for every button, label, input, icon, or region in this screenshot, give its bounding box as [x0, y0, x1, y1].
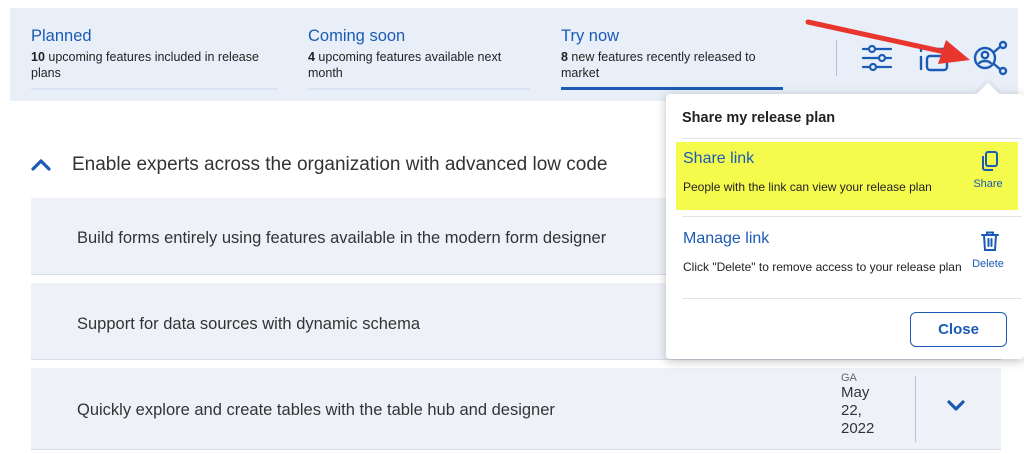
tab-try-now-desc: 8 new features recently released to marke…	[561, 50, 756, 80]
popup-divider	[682, 298, 1022, 299]
release-date-line: 22,	[841, 402, 862, 419]
feature-row[interactable]: Quickly explore and create tables with t…	[31, 368, 1001, 450]
popup-title: Share my release plan	[682, 110, 836, 126]
annotation-arrow-icon	[805, 19, 970, 64]
tab-coming-soon-desc: 4 upcoming features available next month	[308, 50, 502, 80]
tab-planned-desc: 10 upcoming features included in release…	[31, 50, 259, 80]
share-action-label[interactable]: Share	[966, 178, 1010, 190]
tab-planned[interactable]: Planned 10 upcoming features included in…	[31, 26, 278, 90]
tab-planned-title: Planned	[31, 27, 92, 45]
close-button[interactable]: Close	[910, 312, 1007, 347]
share-link-option[interactable]: Share link People with the link can view…	[676, 142, 1018, 210]
release-date-line: 2022	[841, 420, 875, 437]
manage-link-title: Manage link	[683, 230, 770, 247]
release-stage-label: GA	[841, 372, 857, 384]
popup-divider	[682, 138, 1022, 139]
delete-action-label[interactable]: Delete	[966, 258, 1010, 270]
section-header[interactable]: Enable experts across the organization w…	[30, 154, 608, 176]
tab-coming-soon[interactable]: Coming soon 4 upcoming features availabl…	[308, 26, 530, 90]
tab-try-now[interactable]: Try now 8 new features recently released…	[561, 26, 783, 90]
release-date-line: May	[841, 384, 870, 401]
feature-row-title: Quickly explore and create tables with t…	[77, 401, 555, 419]
copy-icon[interactable]	[980, 150, 1000, 172]
feature-row-title: Support for data sources with dynamic sc…	[77, 315, 420, 333]
section-title: Enable experts across the organization w…	[72, 154, 608, 175]
share-link-desc: People with the link can view your relea…	[683, 180, 932, 194]
tab-coming-soon-title: Coming soon	[308, 27, 406, 45]
manage-link-option[interactable]: Manage link Click "Delete" to remove acc…	[676, 222, 1018, 290]
trash-icon[interactable]	[980, 230, 1000, 252]
row-divider	[915, 376, 916, 442]
feature-row-title: Build forms entirely using features avai…	[77, 229, 607, 247]
manage-link-desc: Click "Delete" to remove access to your …	[683, 260, 962, 274]
chevron-up-icon	[31, 159, 51, 171]
chevron-down-icon[interactable]	[945, 398, 967, 414]
release-date: GA May 22, 2022	[841, 372, 901, 438]
popup-divider	[682, 216, 1022, 217]
share-popup: Share my release plan Share link People …	[666, 94, 1024, 359]
tab-try-now-title: Try now	[561, 27, 620, 45]
share-link-title: Share link	[683, 150, 755, 167]
